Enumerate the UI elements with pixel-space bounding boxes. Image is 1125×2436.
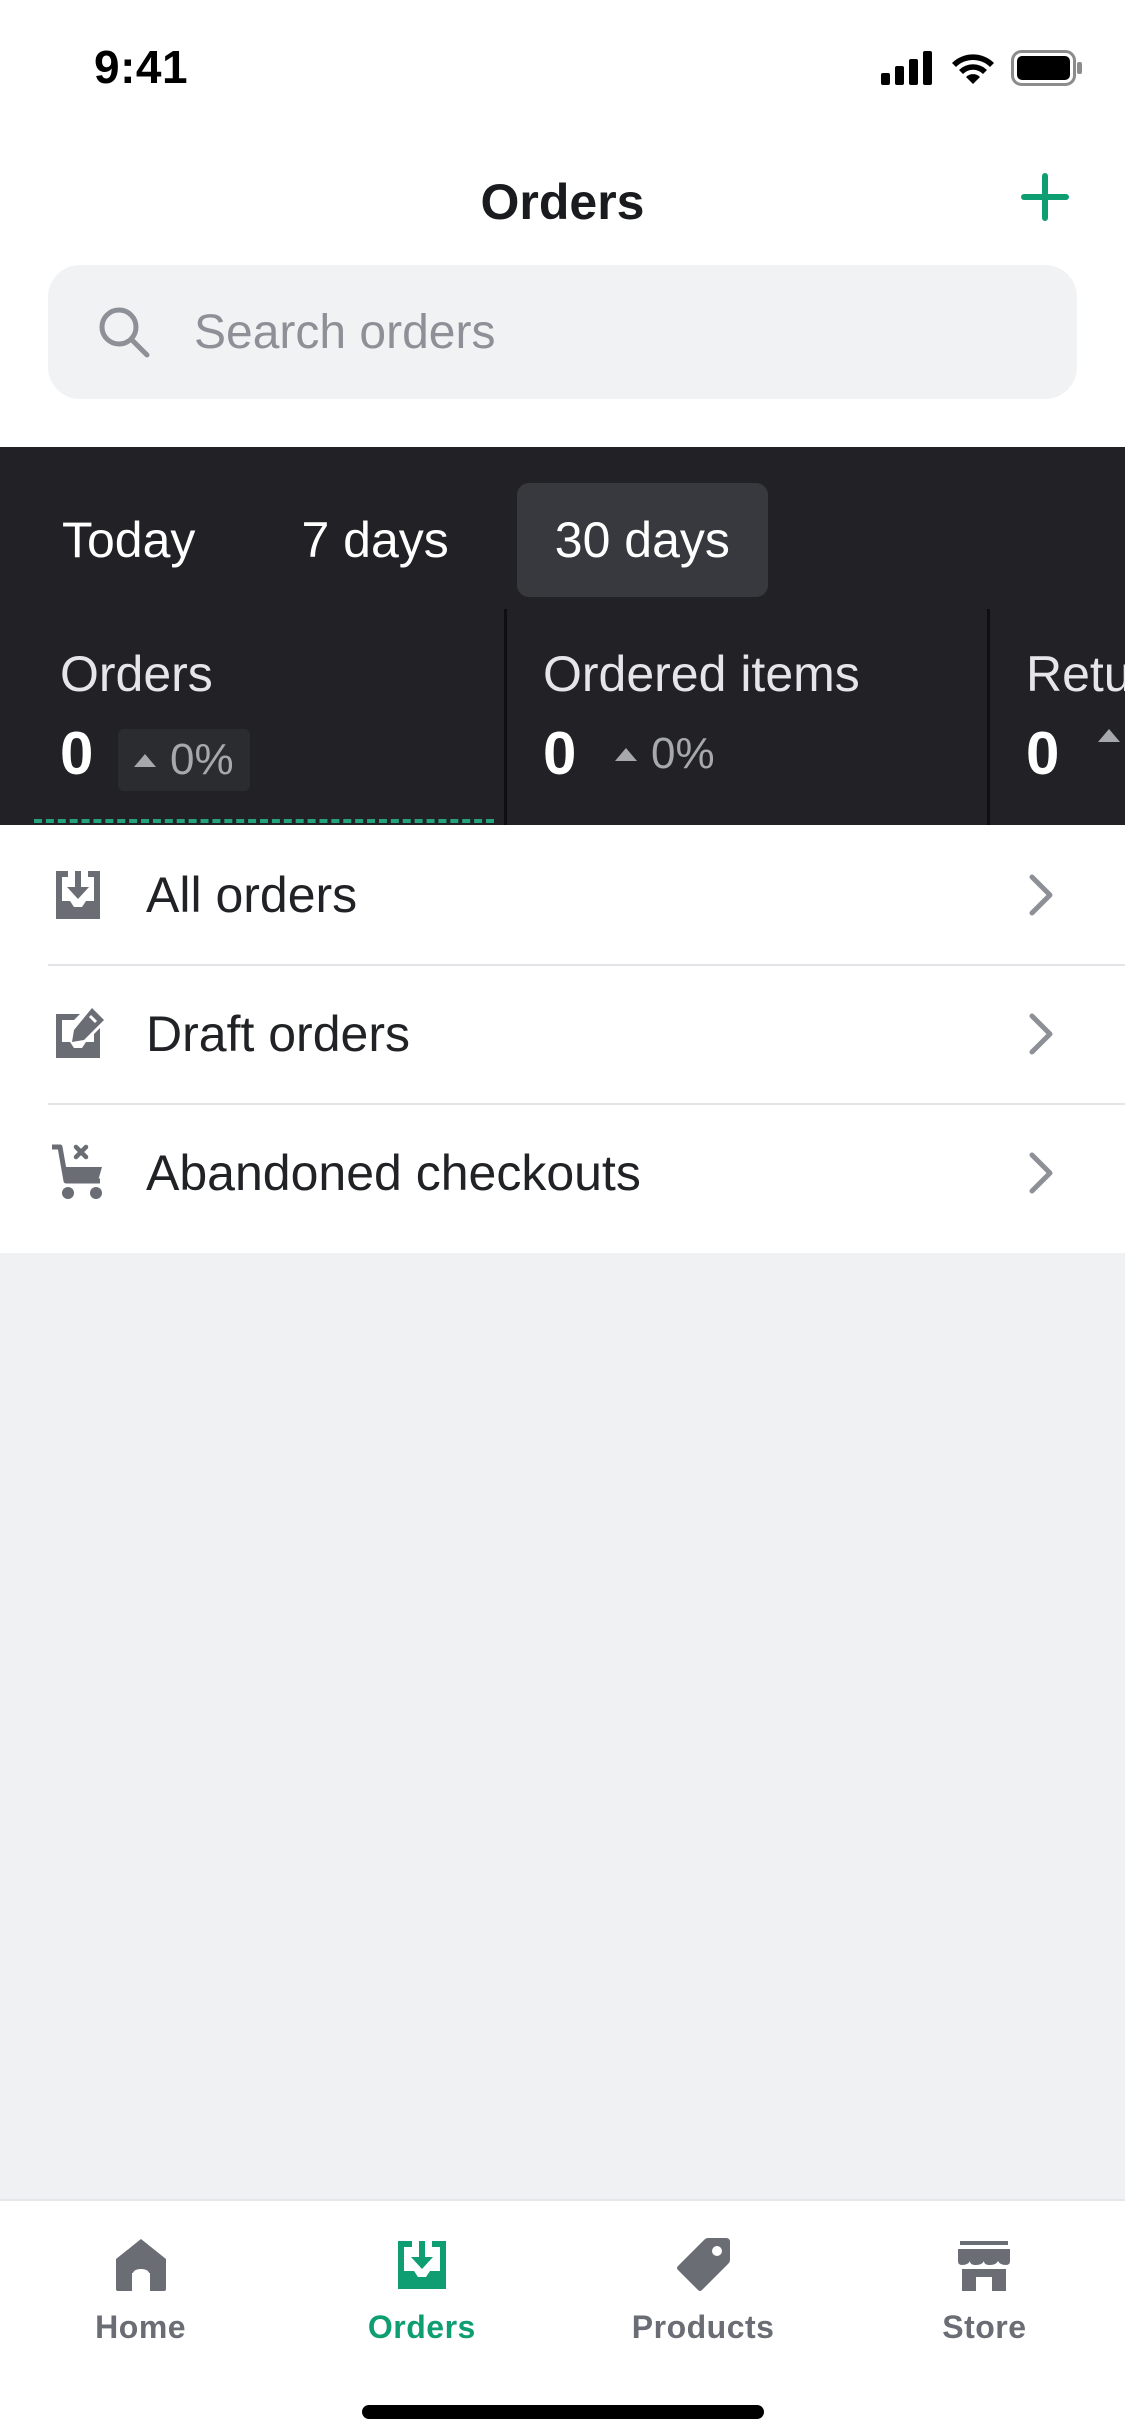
metric-label: Retu [1026, 646, 1125, 702]
metric-change-value: 0% [651, 729, 715, 778]
bottom-tab-bar: Home Orders Products Store [0, 2199, 1125, 2436]
list-item-label: Draft orders [146, 1005, 410, 1062]
trend-up-icon [615, 747, 637, 761]
header: Orders [0, 135, 1125, 447]
tab-label: Products [631, 2309, 775, 2345]
tab-products[interactable]: Products [563, 2201, 844, 2361]
tab-home[interactable]: Home [0, 2201, 281, 2361]
trend-up-icon [134, 753, 156, 767]
store-icon [954, 2235, 1014, 2295]
metric-change [1098, 729, 1120, 742]
draft-edit-icon [48, 1004, 108, 1064]
list-item-draft-orders[interactable]: Draft orders [0, 964, 1125, 1103]
battery-icon [1011, 49, 1083, 91]
order-menu-list: All orders Draft orders Abandoned checko… [0, 825, 1125, 1253]
trend-up-icon [1098, 729, 1120, 742]
metric-cards: Orders 0 0% Ordered items 0 0% Retu 0 [0, 609, 1125, 825]
wifi-icon [949, 50, 997, 91]
inbox-download-icon [48, 865, 108, 925]
tab-label: Store [942, 2309, 1027, 2345]
metric-label: Orders [60, 646, 213, 702]
metric-card-orders[interactable]: Orders 0 0% [0, 609, 507, 825]
tag-icon [673, 2235, 733, 2295]
metric-change-value: 0% [170, 735, 234, 784]
sparkline [34, 817, 494, 823]
tab-store[interactable]: Store [844, 2201, 1125, 2361]
metric-value: 0 [543, 720, 577, 787]
tab-orders[interactable]: Orders [281, 2201, 562, 2361]
cart-cancel-icon [48, 1143, 108, 1203]
page-title: Orders [480, 174, 645, 230]
metric-card-ordered-items[interactable]: Ordered items 0 0% [507, 609, 990, 825]
analytics-panel: Today 7 days 30 days Orders 0 0% Ordered… [0, 447, 1125, 825]
status-time: 9:41 [94, 41, 189, 93]
range-tab-7-days[interactable]: 7 days [263, 483, 486, 597]
home-icon [111, 2235, 171, 2295]
range-tab-30-days[interactable]: 30 days [516, 483, 768, 597]
search-box[interactable] [48, 265, 1077, 399]
add-order-button[interactable] [1013, 165, 1077, 229]
chevron-right-icon [1021, 870, 1061, 920]
plus-icon [1021, 173, 1069, 221]
home-indicator [362, 2405, 764, 2419]
metric-change: 0% [615, 729, 715, 779]
list-item-all-orders[interactable]: All orders [0, 825, 1125, 964]
orders-icon [392, 2235, 452, 2295]
list-item-label: Abandoned checkouts [146, 1144, 641, 1201]
tab-label: Home [95, 2309, 187, 2345]
list-item-abandoned-checkouts[interactable]: Abandoned checkouts [0, 1103, 1125, 1242]
metric-change: 0% [118, 729, 250, 791]
date-range-tabs: Today 7 days 30 days [38, 483, 798, 597]
metric-value: 0 [1026, 720, 1060, 787]
metric-card-returns[interactable]: Retu 0 [990, 609, 1125, 825]
cellular-signal-icon [881, 50, 935, 90]
search-icon [94, 302, 154, 362]
chevron-right-icon [1021, 1009, 1061, 1059]
metric-label: Ordered items [543, 646, 860, 702]
status-bar: 9:41 [0, 0, 1125, 135]
range-tab-today[interactable]: Today [38, 483, 233, 597]
search-input[interactable] [194, 304, 1054, 360]
metric-value: 0 [60, 720, 94, 787]
status-icons [881, 49, 1083, 91]
tab-label: Orders [367, 2309, 476, 2345]
list-item-label: All orders [146, 866, 358, 923]
chevron-right-icon [1021, 1148, 1061, 1198]
